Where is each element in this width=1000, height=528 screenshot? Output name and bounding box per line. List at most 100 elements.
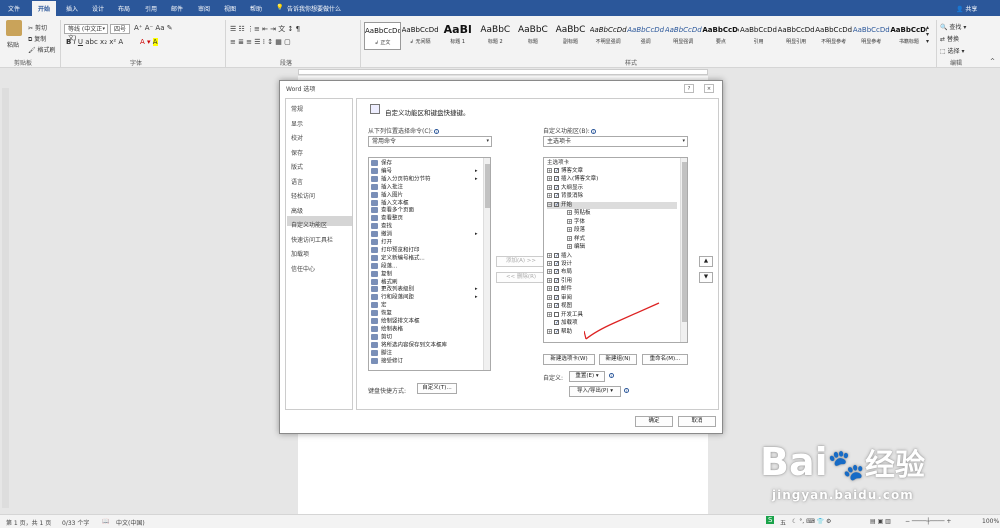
align-buttons[interactable]: ≡ ≣ ≡ ☰ ⁞ ↕ ▦ ▢ — [230, 38, 291, 46]
command-item[interactable]: 查看多个页面 — [371, 207, 414, 214]
cut-button[interactable]: ✂ 剪切 — [28, 23, 47, 32]
add-button[interactable]: 添加(A) >> — [496, 256, 546, 267]
style-item[interactable]: AaBbC 标题 2 — [477, 22, 514, 50]
copy-button[interactable]: ⧉ 复制 — [28, 34, 46, 44]
share-button[interactable]: 👤 共享 — [956, 4, 977, 13]
style-item[interactable]: AaBbC 标题 — [514, 22, 551, 50]
style-item[interactable]: AaBbCcDd 强调 — [627, 22, 664, 50]
proofing-icon[interactable]: 📖 — [102, 518, 109, 525]
expand-icon[interactable]: + — [547, 252, 552, 258]
tab-checkbox[interactable]: ✓ — [554, 184, 559, 190]
tab-checkbox[interactable]: ✓ — [554, 277, 559, 283]
tab-help[interactable]: 帮助 — [250, 4, 262, 13]
style-item[interactable]: AaBbCcDd 引用 — [740, 22, 777, 50]
expand-icon[interactable]: + — [547, 286, 552, 292]
font-format-buttons[interactable]: B I U abc x₂ x² A — [66, 38, 123, 46]
move-down-button[interactable]: ▼ — [699, 272, 713, 283]
tree-item[interactable]: + ✓ 邮件 — [547, 286, 572, 293]
tab-view[interactable]: 视图 — [224, 4, 236, 13]
command-item[interactable]: 插入图片 — [371, 191, 403, 199]
font-name-select[interactable]: 等线 (中文正文) ▾ — [64, 24, 108, 42]
style-item[interactable]: AaBbCcDd 明显引用 — [778, 22, 815, 50]
reset-button[interactable]: 重置(E) ▾ — [569, 371, 605, 382]
remove-button[interactable]: << 删除(R) — [496, 272, 546, 283]
command-item[interactable]: 恢复 — [371, 310, 392, 317]
tab-layout[interactable]: 布局 — [118, 4, 130, 13]
expand-icon[interactable]: + — [547, 294, 552, 300]
ime-icon[interactable]: S — [766, 516, 775, 524]
move-up-button[interactable]: ▲ — [699, 256, 713, 267]
tree-item[interactable]: + ✓ 布局 — [547, 269, 572, 276]
tab-checkbox[interactable]: ✓ — [554, 252, 559, 258]
customize-ribbon-select[interactable]: 主选项卡 ▾ — [543, 136, 688, 147]
command-item[interactable]: 定义新编号格式... — [371, 254, 425, 262]
command-item[interactable]: 查看整页 — [371, 215, 403, 222]
tab-checkbox[interactable]: ✓ — [554, 176, 559, 182]
expand-icon[interactable]: + — [547, 176, 552, 182]
style-item[interactable]: AaBbCcDd 不明显参考 — [815, 22, 852, 50]
font-color-icon[interactable]: A ▾ A — [140, 38, 158, 46]
expand-icon[interactable]: + — [567, 244, 572, 250]
style-item[interactable]: AaBbCcDd 明显参考 — [853, 22, 890, 50]
expand-icon[interactable]: + — [547, 328, 552, 334]
customize-shortcut-button[interactable]: 自定义(T)... — [417, 383, 457, 394]
tree-item[interactable]: + 段落 — [567, 227, 585, 234]
scroll-thumb[interactable] — [682, 162, 687, 322]
tab-checkbox[interactable]: ✓ — [554, 260, 559, 266]
tab-checkbox[interactable]: ✓ — [554, 193, 559, 199]
style-item[interactable]: AaBbCcDd 不明显强调 — [590, 22, 627, 50]
tree-item[interactable]: + ✓ 引用 — [547, 277, 572, 285]
command-item[interactable]: 保存 — [371, 160, 392, 167]
commands-list[interactable]: 保存 编号 ▸ 插入分页符和分节符 ▸ 插入批注 插入图片 插入文本框 查看多个页面 查看整页 查找… — [368, 157, 491, 371]
tab-mailings[interactable]: 邮件 — [171, 4, 183, 13]
style-item[interactable]: AaBbC 副标题 — [552, 22, 589, 50]
word-count[interactable]: 0/33 个字 — [62, 518, 89, 527]
command-item[interactable]: 复制 — [371, 270, 392, 278]
nav-item[interactable]: 快速访问工具栏 — [291, 235, 333, 244]
command-item[interactable]: 宏 — [371, 302, 387, 309]
command-item[interactable]: 插入分页符和分节符 ▸ — [371, 175, 478, 183]
style-item[interactable]: AaBbCcDd 书籍标题 — [890, 22, 927, 50]
zoom-slider[interactable]: − ────┼──── + — [905, 518, 951, 525]
nav-item[interactable]: 校对 — [291, 133, 303, 142]
tab-design[interactable]: 设计 — [92, 4, 104, 13]
tab-checkbox[interactable]: ✓ — [554, 320, 559, 326]
tree-item[interactable]: + ✓ 博客文章 — [547, 168, 583, 175]
list-buttons[interactable]: ☰ ☷ ⋮≡ ⇤ ⇥ 文 ↕ ¶ — [230, 24, 300, 34]
find-button[interactable]: 🔍 查找 ▾ — [940, 22, 966, 31]
expand-icon[interactable]: + — [567, 210, 572, 216]
tree-item[interactable]: + ✓ 设计 — [547, 260, 572, 268]
tell-me-box[interactable]: 告诉我你想要做什么 — [287, 4, 341, 13]
tab-home[interactable]: 开始 — [32, 1, 57, 16]
expand-icon[interactable]: + — [547, 277, 552, 283]
style-item[interactable]: AaBbCcDd ↲ 正文 — [364, 22, 401, 50]
tree-item[interactable]: + ✓ 背景消除 — [547, 193, 583, 200]
tree-item[interactable]: ✓ 加载项 — [547, 320, 578, 327]
command-item[interactable]: 格式刷 — [371, 278, 398, 286]
tree-item[interactable]: + ✓ 审阅 — [547, 294, 572, 302]
ime-tools-icon[interactable]: ☾ °, ⌨ 👕 ⚙ — [792, 518, 831, 525]
styles-scroll[interactable]: ▴ ▾ ▾ — [926, 24, 929, 45]
import-export-button[interactable]: 导入/导出(P) ▾ — [569, 386, 621, 397]
tree-item[interactable]: + 剪贴板 — [567, 210, 591, 217]
command-item[interactable]: 打开 — [371, 239, 392, 246]
cancel-button[interactable]: 取消 — [678, 416, 716, 427]
ime-mode[interactable]: 五 — [780, 518, 786, 527]
nav-item[interactable]: 自定义功能区 — [291, 220, 327, 229]
nav-item[interactable]: 加载项 — [291, 249, 309, 258]
tree-item[interactable]: + 样式 — [567, 235, 585, 243]
tab-checkbox[interactable] — [554, 311, 559, 317]
paste-button[interactable]: 粘贴 — [7, 40, 19, 49]
zoom-level[interactable]: 100% — [982, 518, 999, 525]
font-size-select[interactable]: 四号 — [110, 24, 130, 34]
expand-icon[interactable]: + — [547, 311, 552, 317]
tab-references[interactable]: 引用 — [145, 4, 157, 13]
command-item[interactable]: 绘制表格 — [371, 325, 403, 333]
command-item[interactable]: 打印预览和打印 — [371, 246, 420, 254]
tree-item[interactable]: + ✓ 大纲显示 — [547, 184, 583, 192]
tree-item[interactable]: + ✓ 视图 — [547, 303, 572, 310]
vertical-ruler[interactable] — [2, 88, 9, 508]
nav-item[interactable]: 轻松访问 — [291, 191, 315, 200]
tab-insert[interactable]: 插入 — [66, 4, 78, 13]
new-group-button[interactable]: 新建组(N) — [599, 354, 637, 365]
